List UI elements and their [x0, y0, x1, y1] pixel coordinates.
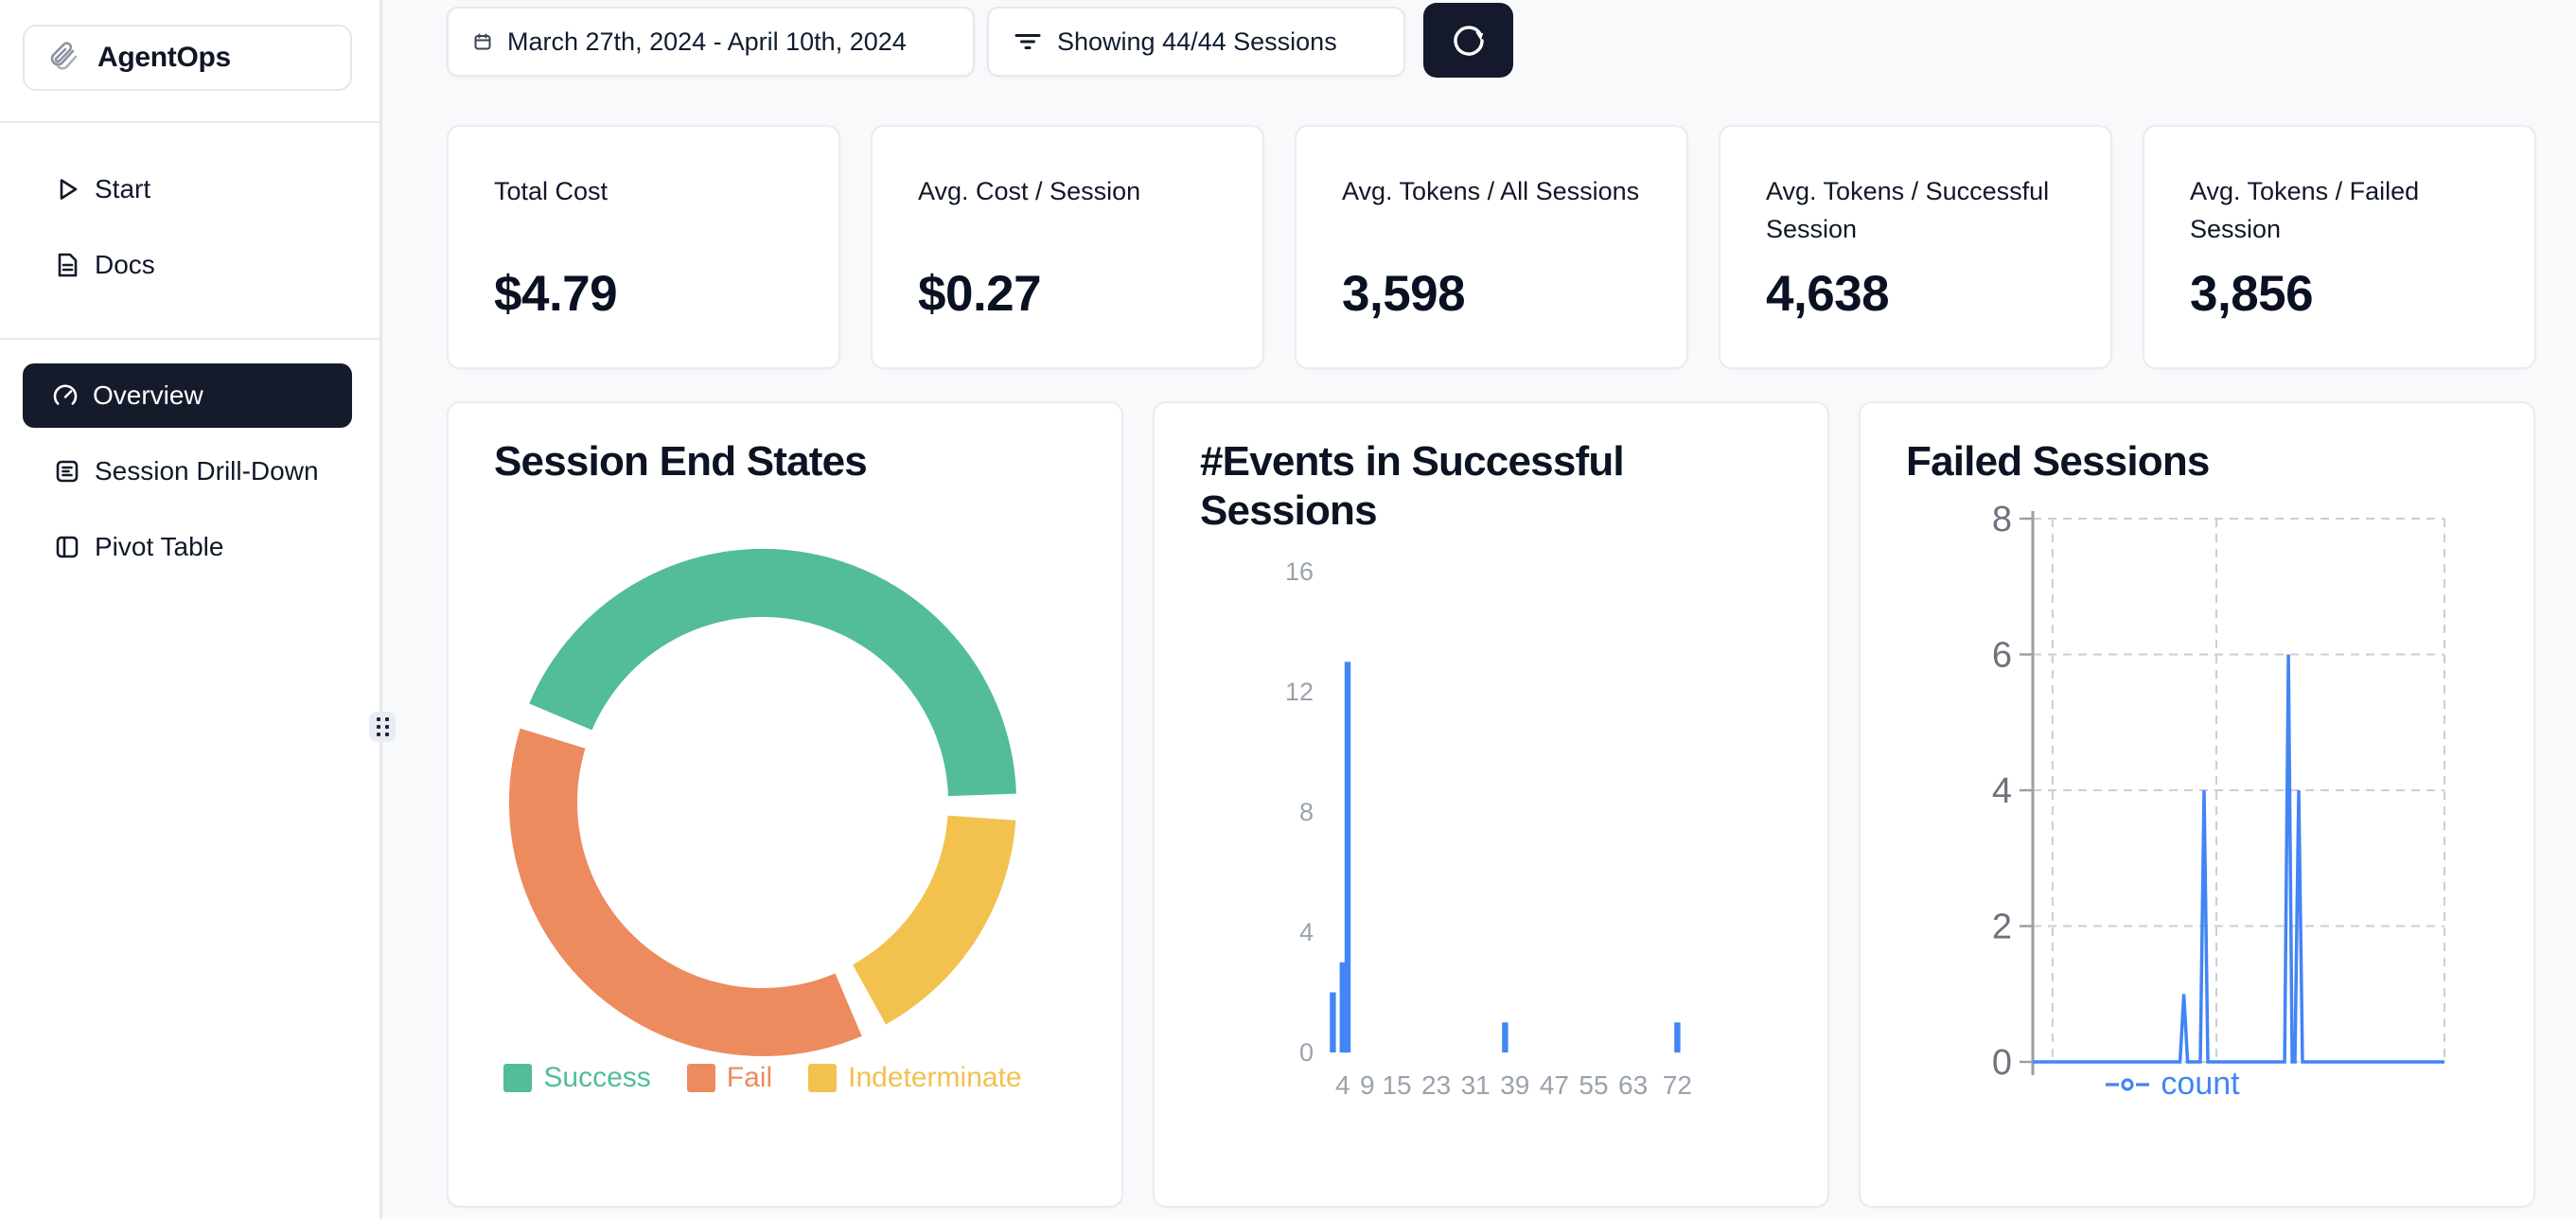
fail-swatch	[687, 1064, 715, 1092]
logo[interactable]: AgentOps	[23, 25, 352, 91]
count-legend[interactable]: count	[1917, 1066, 2428, 1103]
sidebar-item-label: Pivot Table	[95, 532, 223, 562]
stat-card-avg-tokens-successful: Avg. Tokens / Successful Session 4,638	[1719, 125, 2112, 369]
svg-text:39: 39	[1500, 1070, 1529, 1100]
calendar-icon	[473, 32, 492, 51]
legend-label: Success	[543, 1062, 650, 1094]
sidebar-divider	[0, 121, 382, 123]
legend-label: count	[2161, 1066, 2239, 1103]
svg-text:8: 8	[1992, 500, 2012, 539]
stat-card-total-cost: Total Cost $4.79	[447, 125, 840, 369]
svg-text:4: 4	[1299, 918, 1314, 946]
refresh-icon	[1451, 23, 1487, 59]
sidebar-item-pivot-table[interactable]: Pivot Table	[0, 509, 382, 585]
svg-text:23: 23	[1421, 1070, 1451, 1100]
chart-title: Failed Sessions	[1906, 437, 2210, 486]
svg-text:72: 72	[1663, 1070, 1692, 1100]
donut-chart	[507, 547, 1018, 1058]
svg-text:6: 6	[1992, 636, 2012, 676]
sidebar-item-label: Overview	[93, 380, 203, 411]
stat-value: $0.27	[918, 265, 1041, 323]
svg-text:4: 4	[1335, 1070, 1350, 1100]
line-chart: 02468	[1917, 498, 2504, 1104]
legend-label: Indeterminate	[848, 1062, 1021, 1094]
sidebar-item-label: Session Drill-Down	[95, 456, 319, 486]
sidebar-item-docs[interactable]: Docs	[0, 227, 382, 303]
stat-value: 3,598	[1342, 265, 1465, 323]
stat-card-avg-tokens-all: Avg. Tokens / All Sessions 3,598	[1295, 125, 1688, 369]
failed-sessions-card: Failed Sessions 02468 count	[1859, 401, 2535, 1208]
bar-chart: 0481216491523313947556372	[1183, 555, 1798, 1132]
stat-label: Total Cost	[494, 172, 806, 210]
svg-text:0: 0	[1299, 1038, 1314, 1067]
legend-item-fail[interactable]: Fail	[687, 1062, 772, 1094]
line-series-marker-icon	[2106, 1078, 2149, 1091]
play-icon	[52, 174, 82, 204]
svg-text:4: 4	[1992, 771, 2012, 811]
svg-text:2: 2	[1992, 908, 2012, 947]
stat-label: Avg. Cost / Session	[918, 172, 1230, 210]
filter-icon	[1014, 27, 1042, 56]
chart-title: Session End States	[494, 437, 867, 486]
app-root: AgentOps Start Docs	[0, 0, 2576, 1219]
svg-text:55: 55	[1579, 1070, 1608, 1100]
filter-label: Showing 44/44 Sessions	[1057, 27, 1337, 57]
legend-label: Fail	[727, 1062, 772, 1094]
sidebar-item-label: Start	[95, 174, 150, 204]
sidebar-item-session-drill-down[interactable]: Session Drill-Down	[0, 433, 382, 509]
refresh-button[interactable]	[1423, 3, 1513, 78]
list-box-icon	[52, 456, 82, 486]
svg-text:31: 31	[1461, 1070, 1491, 1100]
svg-text:15: 15	[1382, 1070, 1411, 1100]
date-range-label: March 27th, 2024 - April 10th, 2024	[507, 27, 907, 57]
charts-row: Session End States Success Fail Indeterm…	[447, 401, 2535, 1208]
paperclip-logo-icon	[44, 38, 83, 78]
sidebar-item-overview[interactable]: Overview	[23, 363, 352, 428]
donut-legend: Success Fail Indeterminate	[449, 1062, 1077, 1094]
stat-label: Avg. Tokens / Failed Session	[2190, 172, 2502, 248]
session-end-states-card: Session End States Success Fail Indeterm…	[447, 401, 1123, 1208]
success-swatch	[503, 1064, 532, 1092]
sidebar-divider	[0, 338, 382, 340]
stat-card-avg-cost-session: Avg. Cost / Session $0.27	[871, 125, 1264, 369]
svg-text:16: 16	[1285, 557, 1314, 586]
indeterminate-swatch	[808, 1064, 837, 1092]
sidebar-resize-handle[interactable]	[369, 712, 396, 742]
stat-label: Avg. Tokens / All Sessions	[1342, 172, 1654, 210]
svg-text:9: 9	[1360, 1070, 1375, 1100]
stat-label: Avg. Tokens / Successful Session	[1766, 172, 2078, 248]
stat-value: $4.79	[494, 265, 617, 323]
columns-icon	[52, 532, 82, 562]
svg-text:63: 63	[1618, 1070, 1648, 1100]
app-title: AgentOps	[97, 42, 231, 74]
svg-text:8: 8	[1299, 798, 1314, 826]
gauge-icon	[50, 380, 80, 411]
svg-text:12: 12	[1285, 678, 1314, 706]
sidebar-item-start[interactable]: Start	[0, 151, 382, 227]
stats-row: Total Cost $4.79 Avg. Cost / Session $0.…	[447, 125, 2536, 369]
stat-value: 4,638	[1766, 265, 1889, 323]
date-range-button[interactable]: March 27th, 2024 - April 10th, 2024	[447, 7, 975, 77]
legend-item-indeterminate[interactable]: Indeterminate	[808, 1062, 1021, 1094]
sidebar: AgentOps Start Docs	[0, 0, 382, 1219]
legend-item-success[interactable]: Success	[503, 1062, 650, 1094]
filter-button[interactable]: Showing 44/44 Sessions	[987, 7, 1405, 77]
events-in-successful-sessions-card: #Events in Successful Sessions 048121649…	[1153, 401, 1829, 1208]
sidebar-item-label: Docs	[95, 250, 155, 280]
document-icon	[52, 250, 82, 280]
chart-title: #Events in Successful Sessions	[1200, 437, 1692, 536]
svg-text:47: 47	[1540, 1070, 1569, 1100]
stat-card-avg-tokens-failed: Avg. Tokens / Failed Session 3,856	[2143, 125, 2536, 369]
stat-value: 3,856	[2190, 265, 2313, 323]
